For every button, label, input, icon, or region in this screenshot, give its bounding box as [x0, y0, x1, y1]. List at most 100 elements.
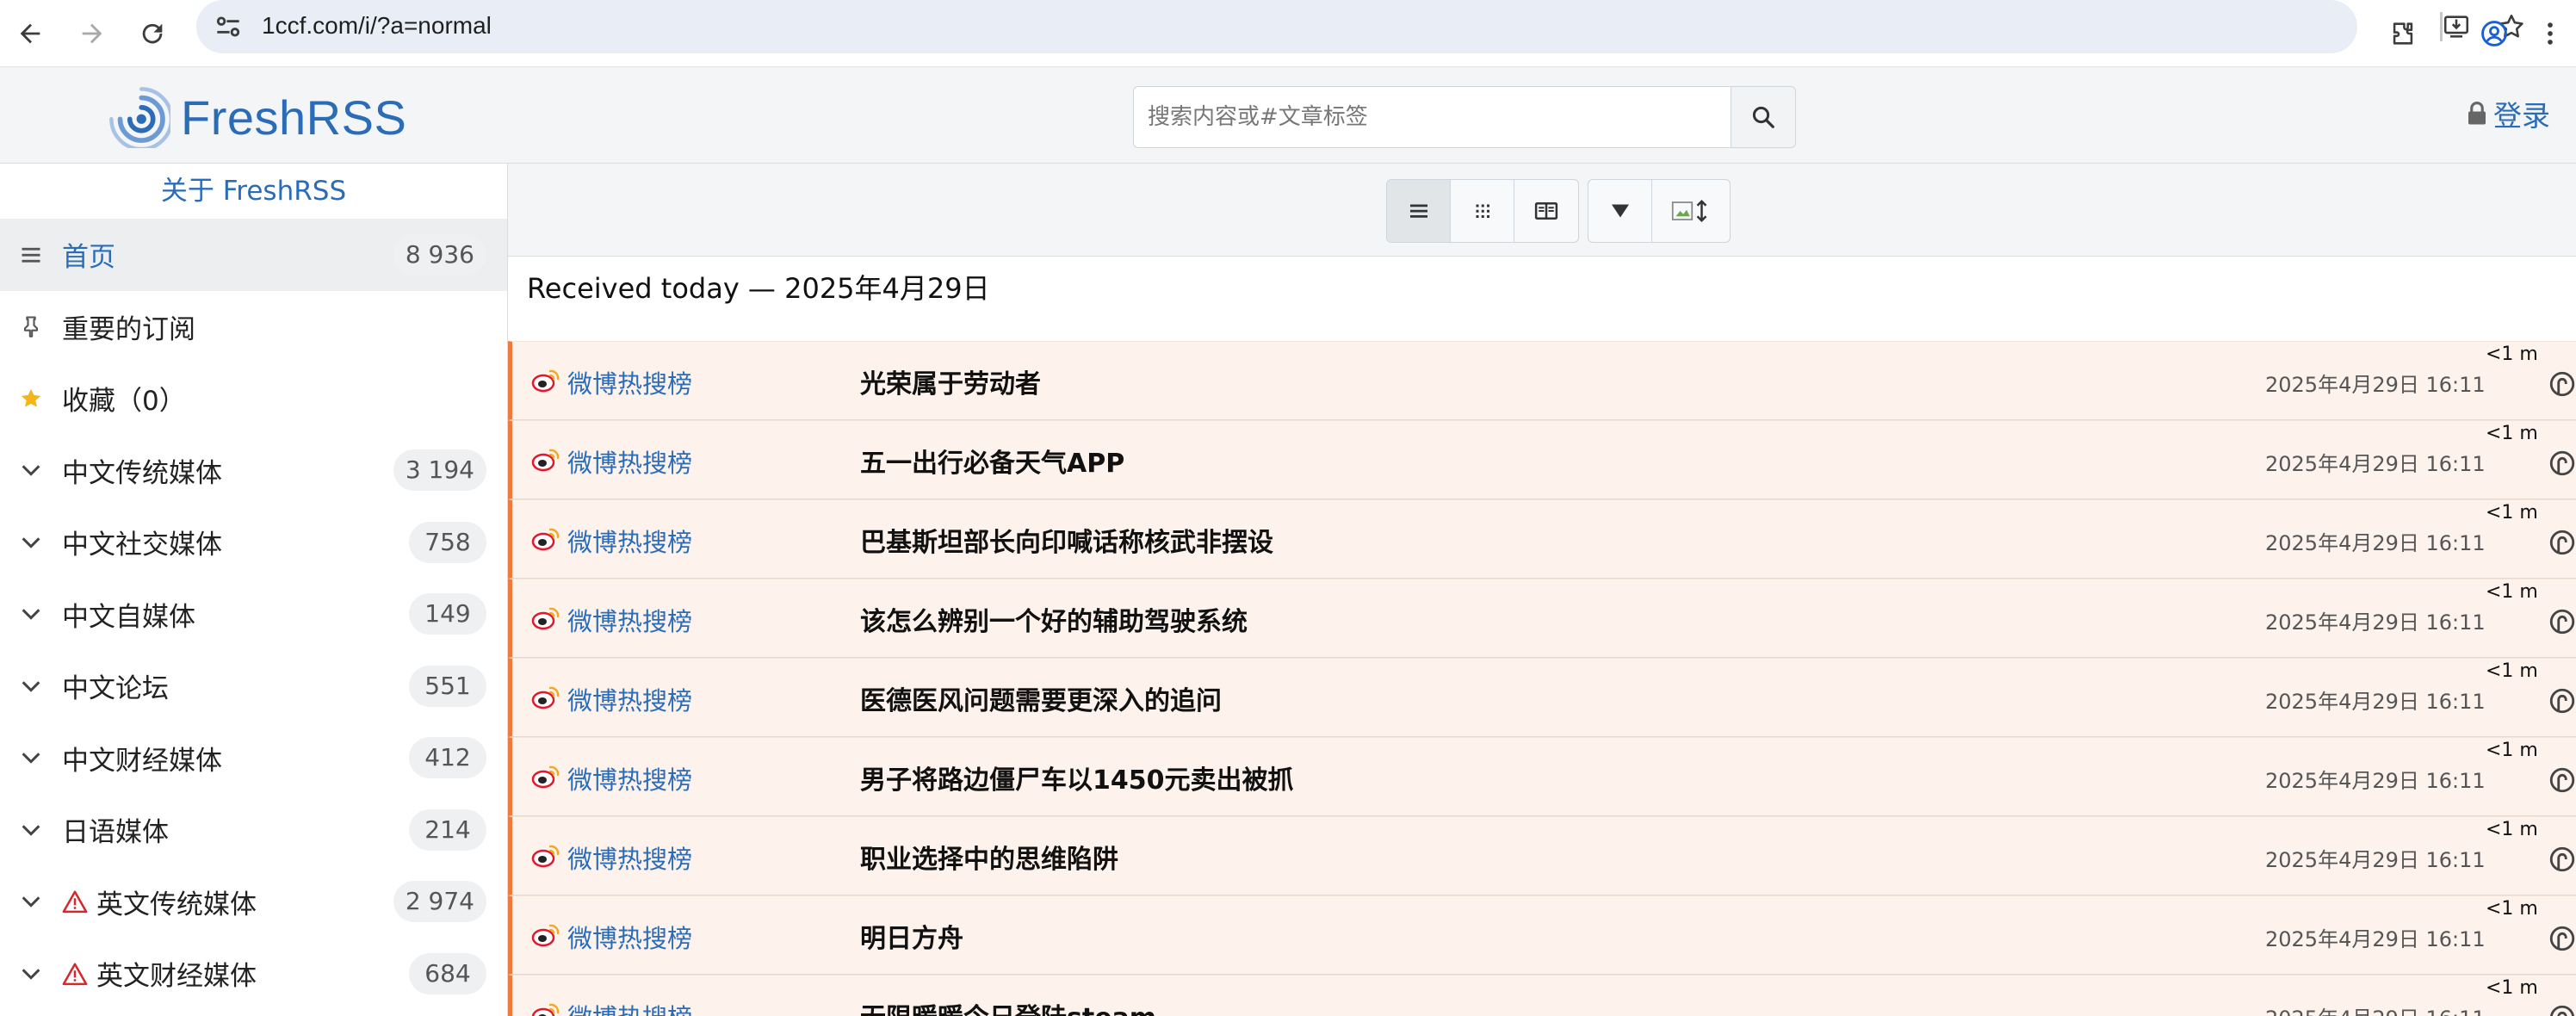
- share-icon[interactable]: [2548, 528, 2576, 557]
- sidebar-item-label: 中文论坛: [62, 673, 169, 705]
- sidebar-item-label: 中文传统媒体: [62, 457, 222, 489]
- forward-button[interactable]: [67, 9, 117, 59]
- article-feed-name[interactable]: 微博热搜榜: [567, 760, 692, 796]
- article-title[interactable]: 该怎么辨别一个好的辅助驾驶系统: [860, 600, 1248, 638]
- search-button[interactable]: [1731, 86, 1796, 148]
- article-feed-name[interactable]: 微博热搜榜: [567, 364, 692, 400]
- article-title[interactable]: 巴基斯坦部长向印喊话称核武非摆设: [860, 521, 1273, 559]
- article-row[interactable]: 微博热搜榜 职业选择中的思维陷阱 2025年4月29日 16:11 <1 m: [508, 816, 2576, 895]
- article-row[interactable]: 微博热搜榜 五一出行必备天气APP 2025年4月29日 16:11 <1 m: [508, 420, 2576, 499]
- article-row[interactable]: 微博热搜榜 巴基斯坦部长向印喊话称核武非摆设 2025年4月29日 16:11 …: [508, 499, 2576, 579]
- article-title[interactable]: 医德医风问题需要更深入的追问: [860, 679, 1222, 717]
- account-icon: [2481, 21, 2507, 46]
- chevron-down-icon[interactable]: [17, 960, 45, 988]
- normal-view-button[interactable]: [1387, 180, 1451, 242]
- sidebar-item-home[interactable]: 首页 8 936: [0, 219, 507, 291]
- share-icon[interactable]: [2548, 845, 2576, 874]
- share-icon[interactable]: [2548, 686, 2576, 716]
- profile-button[interactable]: [2469, 9, 2519, 59]
- main-content: Received today — 2025年4月29日 微博热搜榜 光荣属于劳动…: [508, 164, 2576, 1016]
- sidebar-item-important[interactable]: 重要的订阅: [0, 291, 507, 363]
- sidebar-category-cn-finance[interactable]: 中文财经媒体 412: [0, 722, 507, 795]
- global-view-button[interactable]: [1451, 180, 1514, 242]
- filter-icon: [1611, 204, 1629, 218]
- warning-icon: [62, 963, 88, 985]
- search-input[interactable]: [1133, 86, 1731, 148]
- chevron-down-icon[interactable]: [17, 888, 45, 915]
- extensions-button[interactable]: [2378, 9, 2428, 59]
- chevron-down-icon[interactable]: [17, 600, 45, 628]
- chevron-down-icon[interactable]: [17, 816, 45, 844]
- article-row[interactable]: 微博热搜榜 明日方舟 2025年4月29日 16:11 <1 m: [508, 895, 2576, 975]
- chevron-down-icon[interactable]: [17, 529, 45, 556]
- sidebar-category-jp-media[interactable]: 日语媒体 214: [0, 794, 507, 866]
- reload-icon: [142, 23, 163, 44]
- filter-dropdown-button[interactable]: [1588, 180, 1652, 242]
- article-feed-name[interactable]: 微博热搜榜: [567, 443, 692, 480]
- address-bar[interactable]: 1ccf.com/i/?a=normal: [196, 0, 2523, 53]
- weibo-icon: [531, 528, 560, 551]
- site-header: FreshRSS 登录: [0, 67, 2576, 164]
- article-title[interactable]: 职业选择中的思维陷阱: [860, 838, 1118, 876]
- install-icon: [2443, 15, 2469, 38]
- article-feed-name[interactable]: 微博热搜榜: [567, 602, 692, 638]
- grid-view-icon: [1476, 204, 1489, 218]
- sidebar-item-label: 英文财经媒体: [96, 961, 257, 993]
- article-title[interactable]: 光荣属于劳动者: [860, 362, 1041, 400]
- sidebar-category-cn-self-media[interactable]: 中文自媒体 149: [0, 579, 507, 651]
- article-row[interactable]: 微博热搜榜 男子将路边僵尸车以1450元卖出被抓 2025年4月29日 16:1…: [508, 737, 2576, 816]
- article-date: 2025年4月29日 16:11: [2265, 1001, 2486, 1016]
- unread-count-badge: 412: [409, 737, 486, 779]
- article-row[interactable]: 微博热搜榜 该怎么辨别一个好的辅助驾驶系统 2025年4月29日 16:11 <…: [508, 579, 2576, 658]
- article-row[interactable]: 微博热搜榜 光荣属于劳动者 2025年4月29日 16:11 <1 m: [508, 341, 2576, 420]
- sidebar-category-cn-traditional[interactable]: 中文传统媒体 3 194: [0, 435, 507, 507]
- site-info-icon[interactable]: [212, 10, 245, 43]
- arrow-left-icon: [20, 23, 40, 44]
- sort-button[interactable]: [1652, 180, 1730, 242]
- chevron-down-icon[interactable]: [17, 456, 45, 484]
- sidebar-item-label: 日语媒体: [62, 817, 169, 849]
- sidebar-item-label: 收藏（0）: [62, 386, 186, 418]
- article-feed-name[interactable]: 微博热搜榜: [567, 839, 692, 876]
- article-row[interactable]: 微博热搜榜 无限暖暖今日登陆steam 2025年4月29日 16:11 <1 …: [508, 975, 2576, 1016]
- share-icon[interactable]: [2548, 765, 2576, 795]
- back-button[interactable]: [5, 9, 55, 59]
- sidebar-item-favorites[interactable]: 收藏（0）: [0, 362, 507, 435]
- chevron-down-icon[interactable]: [17, 744, 45, 771]
- browser-menu-button[interactable]: [2533, 9, 2567, 59]
- article-feed-name[interactable]: 微博热搜榜: [567, 681, 692, 717]
- reading-time: <1 m: [2486, 344, 2538, 365]
- day-heading: Received today — 2025年4月29日: [527, 272, 990, 305]
- sidebar-item-label: 中文财经媒体: [62, 745, 222, 777]
- sidebar-category-cn-forums[interactable]: 中文论坛 551: [0, 650, 507, 722]
- share-icon[interactable]: [2548, 369, 2576, 399]
- sidebar-category-cn-social[interactable]: 中文社交媒体 758: [0, 506, 507, 579]
- article-feed-name[interactable]: 微博热搜榜: [567, 998, 692, 1016]
- search-form: [1133, 86, 1796, 148]
- url-text[interactable]: 1ccf.com/i/?a=normal: [262, 12, 492, 40]
- logo[interactable]: FreshRSS: [108, 86, 406, 148]
- sidebar-category-en-finance[interactable]: 英文财经媒体 684: [0, 938, 507, 1010]
- share-icon[interactable]: [2548, 1003, 2576, 1016]
- reader-view-button[interactable]: [1514, 180, 1578, 242]
- article-title[interactable]: 五一出行必备天气APP: [860, 442, 1124, 480]
- share-icon[interactable]: [2548, 924, 2576, 953]
- about-link[interactable]: 关于 FreshRSS: [0, 164, 507, 219]
- article-feed-name[interactable]: 微博热搜榜: [567, 919, 692, 955]
- reload-button[interactable]: [127, 9, 177, 59]
- article-title[interactable]: 男子将路边僵尸车以1450元卖出被抓: [860, 759, 1294, 796]
- reading-time: <1 m: [2486, 660, 2538, 682]
- sidebar-category-en-traditional[interactable]: 英文传统媒体 2 974: [0, 866, 507, 939]
- article-row[interactable]: 微博热搜榜 医德医风问题需要更深入的追问 2025年4月29日 16:11 <1…: [508, 658, 2576, 737]
- share-icon[interactable]: [2548, 607, 2576, 636]
- freshrss-logo-icon: [109, 87, 170, 148]
- chevron-down-icon[interactable]: [17, 672, 45, 700]
- login-label: 登录: [2493, 99, 2550, 133]
- share-icon[interactable]: [2548, 449, 2576, 478]
- weibo-icon: [531, 449, 560, 472]
- article-title[interactable]: 明日方舟: [860, 917, 963, 955]
- warning-icon: [62, 890, 88, 914]
- article-title[interactable]: 无限暖暖今日登陆steam: [860, 996, 1156, 1016]
- login-link[interactable]: 登录: [2466, 93, 2550, 134]
- article-feed-name[interactable]: 微博热搜榜: [567, 523, 692, 559]
